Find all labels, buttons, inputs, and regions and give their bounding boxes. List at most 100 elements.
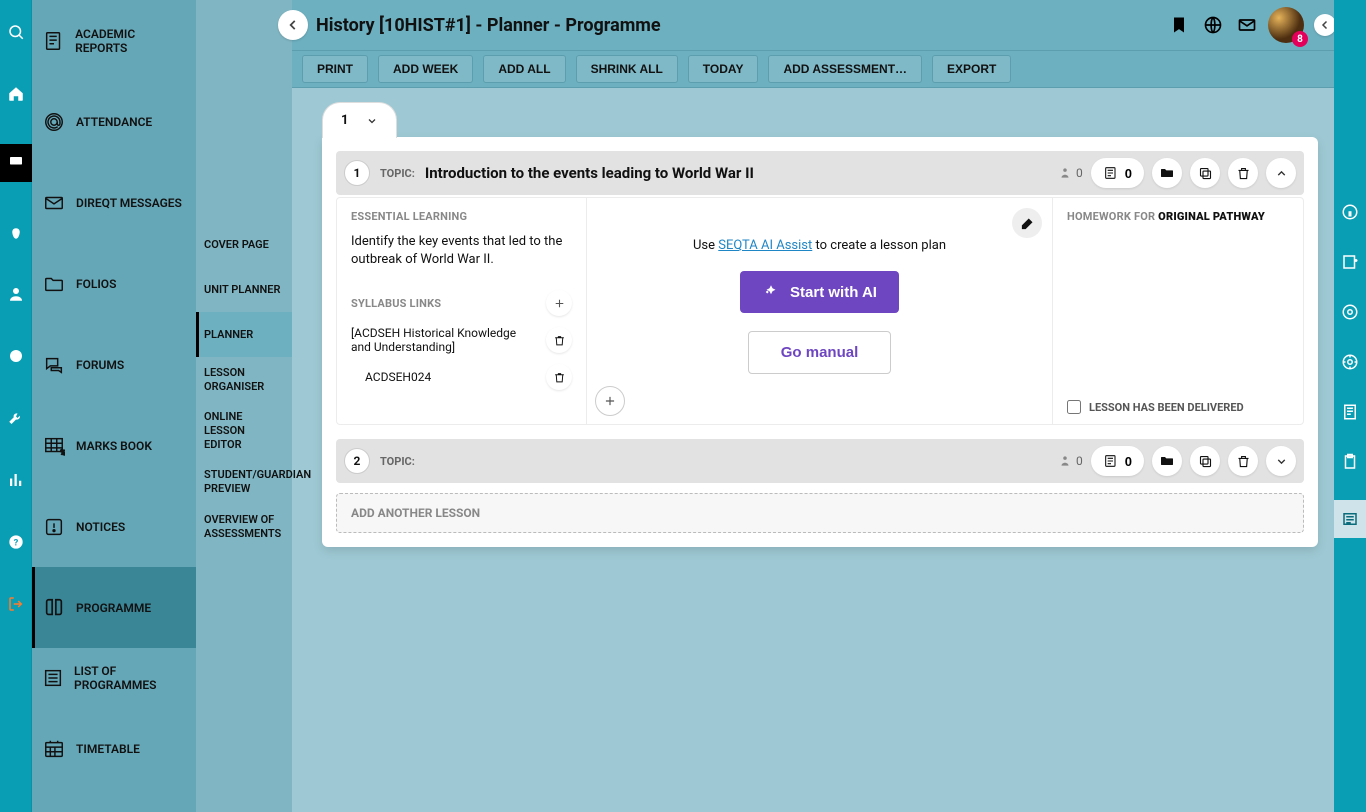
tab-student-guardian-preview[interactable]: STUDENT/GUARDIAN PREVIEW — [196, 459, 292, 504]
nav-forums[interactable]: FORUMS — [32, 324, 196, 405]
stats-icon[interactable] — [4, 468, 28, 492]
today-button[interactable]: TODAY — [688, 55, 759, 83]
main-region: History [10HIST#1] - Planner - Programme… — [292, 0, 1334, 812]
essential-heading: ESSENTIAL LEARNING — [351, 210, 572, 223]
add-note-icon[interactable] — [1338, 250, 1362, 274]
toolbar: PRINT ADD WEEK ADD ALL SHRINK ALL TODAY … — [292, 50, 1334, 88]
lesson-topic[interactable]: Introduction to the events leading to Wo… — [425, 164, 1048, 182]
resources-button[interactable]: 0 — [1091, 446, 1144, 476]
topic-label: TOPIC: — [380, 167, 415, 180]
support-icon[interactable] — [1338, 350, 1362, 374]
tab-overview-assessments[interactable]: OVERVIEW OF ASSESSMENTS — [196, 504, 292, 549]
nav-label: PROGRAMME — [76, 601, 151, 615]
go-manual-button[interactable]: Go manual — [748, 331, 892, 374]
nav-notices[interactable]: NOTICES — [32, 486, 196, 567]
wave-icon[interactable] — [4, 220, 28, 244]
nav-marks-book[interactable]: % MARKS BOOK — [32, 405, 196, 486]
delete-syllabus-item-button[interactable] — [546, 327, 572, 353]
folder-button[interactable] — [1152, 158, 1182, 188]
add-all-button[interactable]: ADD ALL — [483, 55, 565, 83]
copy-button[interactable] — [1190, 446, 1220, 476]
add-another-lesson[interactable]: ADD ANOTHER LESSON — [336, 493, 1304, 533]
tab-lesson-organiser[interactable]: LESSON ORGANISER — [196, 357, 292, 402]
lesson-header: 1 TOPIC: Introduction to the events lead… — [336, 151, 1304, 195]
nav-direqt-messages[interactable]: DIREQT MESSAGES — [32, 162, 196, 243]
resources-button[interactable]: 0 — [1091, 158, 1144, 188]
week-tab[interactable]: 1 — [322, 102, 397, 138]
ai-assist-link[interactable]: SEQTA AI Assist — [718, 238, 812, 253]
secondary-nav: ACADEMIC REPORTS ATTENDANCE DIREQT MESSA… — [32, 0, 196, 812]
nav-label: TIMETABLE — [76, 742, 140, 756]
edit-button[interactable] — [1012, 208, 1042, 238]
help-icon[interactable]: ? — [4, 530, 28, 554]
add-week-button[interactable]: ADD WEEK — [378, 55, 473, 83]
exit-icon[interactable] — [4, 592, 28, 616]
tab-online-lesson-editor[interactable]: ONLINE LESSON EDITOR — [196, 402, 292, 459]
shrink-all-button[interactable]: SHRINK ALL — [576, 55, 678, 83]
delivered-label: LESSON HAS BEEN DELIVERED — [1089, 401, 1244, 414]
mention-icon[interactable] — [1338, 300, 1362, 324]
person-icon[interactable] — [4, 282, 28, 306]
nav-academic-reports[interactable]: ACADEMIC REPORTS — [32, 0, 196, 81]
right-icon-rail — [1334, 0, 1366, 812]
news-icon[interactable] — [1334, 500, 1366, 538]
syllabus-code: ACDSEH024 — [351, 370, 431, 384]
nav-label: DIREQT MESSAGES — [76, 196, 182, 210]
delete-button[interactable] — [1228, 158, 1258, 188]
export-button[interactable]: EXPORT — [932, 55, 1011, 83]
add-content-button[interactable] — [595, 386, 625, 416]
nav-folios[interactable]: FOLIOS — [32, 243, 196, 324]
delete-button[interactable] — [1228, 446, 1258, 476]
teach-icon[interactable] — [0, 144, 32, 182]
delete-syllabus-code-button[interactable] — [546, 364, 572, 390]
tab-planner[interactable]: PLANNER — [196, 312, 292, 357]
planner-card: 1 TOPIC: Introduction to the events lead… — [322, 137, 1318, 547]
chevron-down-icon[interactable] — [366, 115, 378, 127]
copy-button[interactable] — [1190, 158, 1220, 188]
globe-icon[interactable] — [1200, 12, 1226, 38]
print-button[interactable]: PRINT — [302, 55, 368, 83]
tab-unit-planner[interactable]: UNIT PLANNER — [196, 267, 292, 312]
mail-icon[interactable] — [1234, 12, 1260, 38]
homework-column: HOMEWORK FOR ORIGINAL PATHWAY LESSON HAS… — [1053, 198, 1303, 424]
bookmark-icon[interactable] — [1166, 12, 1192, 38]
syllabus-code-row: ACDSEH024 — [351, 364, 572, 390]
collapse-lesson-button[interactable] — [1266, 158, 1296, 188]
home-icon[interactable] — [4, 82, 28, 106]
clipboard-icon[interactable] — [1338, 450, 1362, 474]
star-icon[interactable] — [4, 344, 28, 368]
grid-icon: % — [42, 434, 66, 458]
start-with-ai-button[interactable]: Start with AI — [740, 271, 899, 313]
lesson-body: ESSENTIAL LEARNING Identify the key even… — [336, 197, 1304, 425]
envelope-icon — [42, 191, 66, 215]
tab-label: LESSON ORGANISER — [204, 366, 284, 394]
list-icon — [42, 666, 64, 690]
nav-list-of-programmes[interactable]: LIST OF PROGRAMMES — [32, 648, 196, 708]
tab-label: OVERVIEW OF ASSESSMENTS — [204, 513, 284, 541]
people-count: 0 — [1058, 166, 1083, 180]
back-button[interactable] — [278, 10, 308, 40]
nav-attendance[interactable]: ATTENDANCE — [32, 81, 196, 162]
folder-icon — [42, 272, 66, 296]
tab-cover-page[interactable]: COVER PAGE — [196, 222, 292, 267]
planner-content: 1 1 TOPIC: Introduction to the events le… — [292, 88, 1334, 812]
syllabus-item-label: [ACDSEH Historical Knowledge and Underst… — [351, 326, 521, 354]
homework-heading: HOMEWORK FOR ORIGINAL PATHWAY — [1067, 210, 1289, 223]
add-assessment-button[interactable]: ADD ASSESSMENT… — [768, 55, 922, 83]
folder-button[interactable] — [1152, 446, 1182, 476]
at-icon — [42, 110, 66, 134]
user-avatar[interactable]: 8 — [1268, 7, 1304, 43]
delivered-checkbox[interactable] — [1067, 400, 1081, 414]
wrench-icon[interactable] — [4, 406, 28, 430]
info-icon[interactable] — [1338, 200, 1362, 224]
page-icon[interactable] — [1338, 400, 1362, 424]
collapse-right-button[interactable] — [1314, 14, 1336, 36]
add-syllabus-button[interactable] — [546, 290, 572, 316]
tab-label: COVER PAGE — [204, 238, 269, 252]
nav-timetable[interactable]: TIMETABLE — [32, 708, 196, 789]
essential-text[interactable]: Identify the key events that led to the … — [351, 233, 572, 268]
search-icon[interactable] — [4, 20, 28, 44]
nav-programme[interactable]: PROGRAMME — [32, 567, 196, 648]
expand-lesson-button[interactable] — [1266, 446, 1296, 476]
week-tabs: 1 — [322, 102, 1318, 138]
